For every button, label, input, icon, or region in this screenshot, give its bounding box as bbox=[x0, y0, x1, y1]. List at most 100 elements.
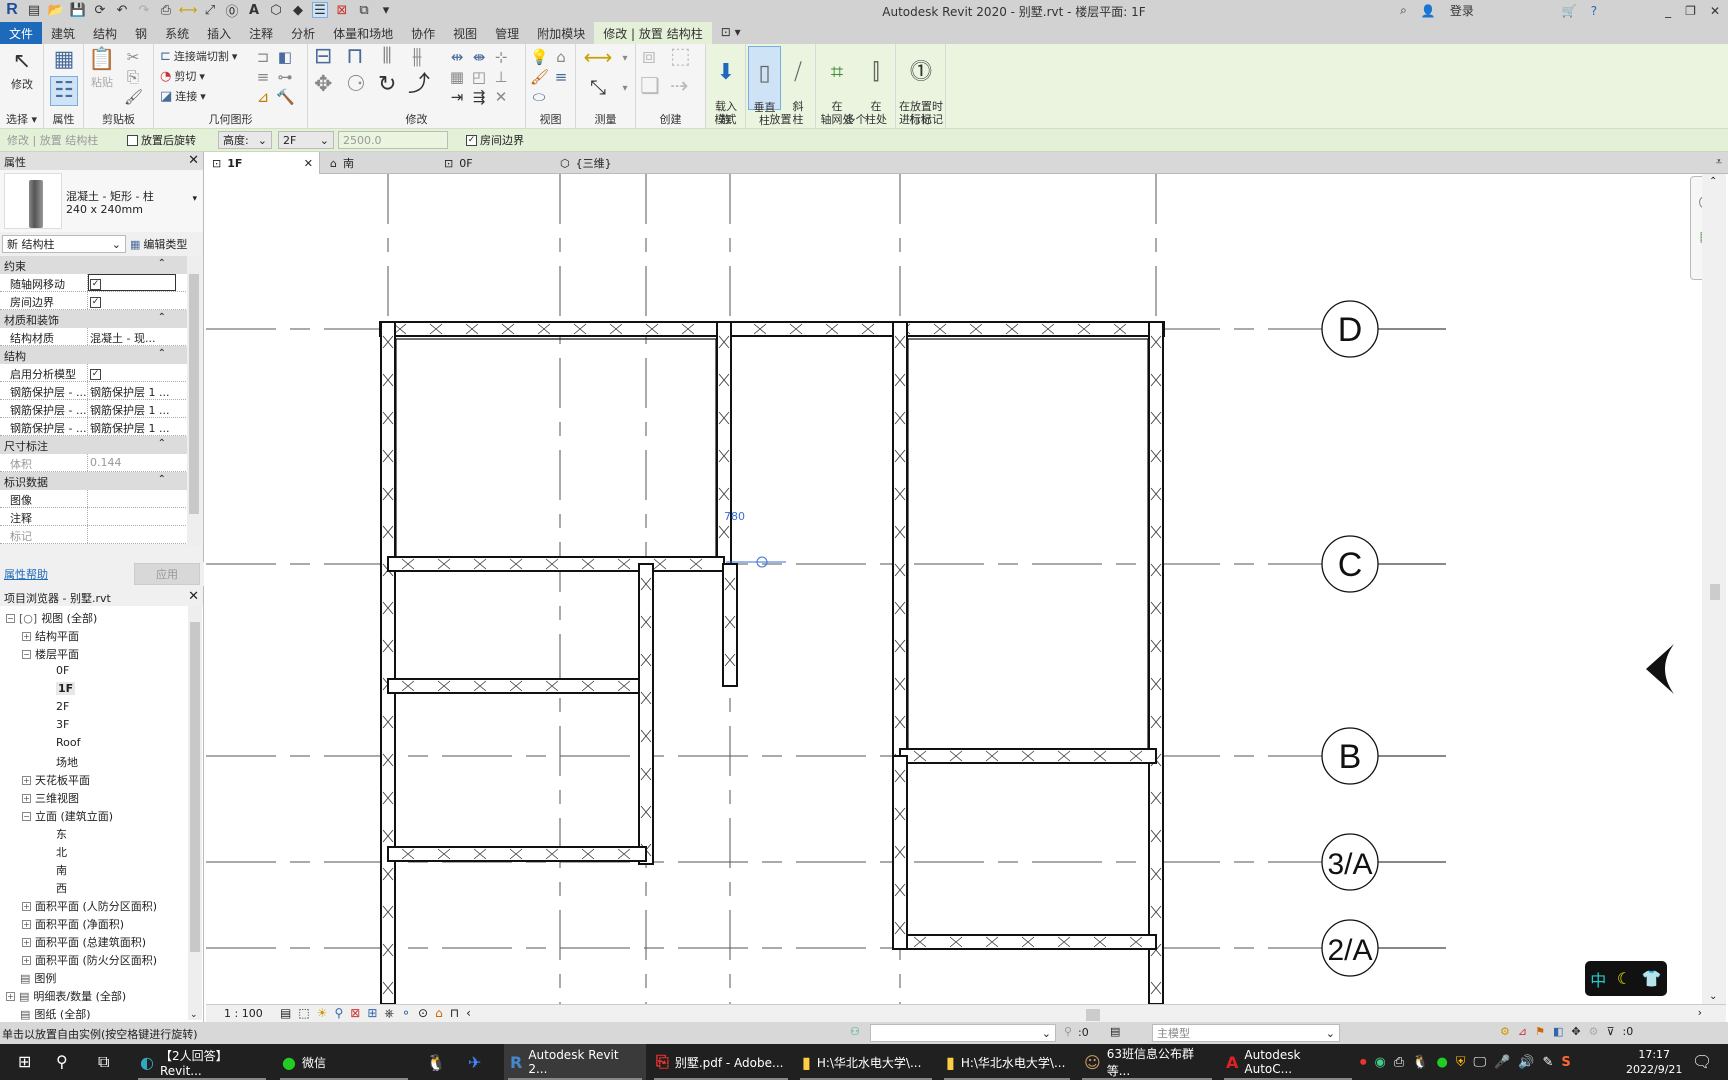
panel-label-select[interactable]: 选择 ▾ bbox=[0, 111, 43, 127]
property-category[interactable]: 标识数据 ⌃ bbox=[0, 472, 188, 490]
canvas-vertical-scrollbar[interactable]: ⌃ ⌄ bbox=[1702, 174, 1726, 1004]
browser-item[interactable]: 南 bbox=[56, 862, 67, 878]
visual-style-icon[interactable]: ⬚ bbox=[298, 1006, 309, 1021]
expand-icon[interactable]: + bbox=[6, 991, 15, 1001]
hide-element-icon[interactable]: ⌂ bbox=[552, 48, 570, 66]
collapse-icon[interactable]: ⌃ bbox=[158, 312, 166, 323]
collapse-icon[interactable]: − bbox=[22, 811, 31, 821]
edit-type-button[interactable]: ▦ 编辑类型 bbox=[130, 236, 187, 252]
reveal-hidden-icon[interactable]: ⊙ bbox=[418, 1006, 428, 1021]
scale-icon[interactable]: ◰ bbox=[470, 68, 488, 86]
select-links-icon[interactable]: ⚙ bbox=[1500, 1025, 1510, 1038]
microphone-icon[interactable]: 🎤 bbox=[1494, 1055, 1510, 1070]
cut-button[interactable]: ◔ 剪切 ▾ bbox=[160, 68, 205, 84]
mirror-draw-axis-icon[interactable]: ⫵ bbox=[408, 46, 426, 68]
split-gap-icon[interactable]: ⇼ bbox=[470, 48, 488, 66]
property-value[interactable] bbox=[88, 508, 176, 525]
browser-item[interactable]: 北 bbox=[56, 844, 67, 860]
vertical-column-button[interactable]: ▯ 垂直 柱 bbox=[748, 46, 781, 127]
collapse-icon[interactable]: − bbox=[6, 613, 15, 623]
close-icon[interactable]: ✕ bbox=[188, 589, 199, 604]
property-value[interactable]: ✓ bbox=[88, 364, 176, 381]
cut-profile-icon[interactable]: ⬭ bbox=[530, 88, 548, 106]
login-link[interactable]: 登录 bbox=[1450, 2, 1474, 19]
qq-tray-icon[interactable]: 🐧 bbox=[1412, 1055, 1428, 1070]
collapse-icon[interactable]: ⌃ bbox=[158, 348, 166, 359]
join-button[interactable]: ◪ 连接 ▾ bbox=[160, 88, 206, 104]
collapse-icon[interactable]: ‹ bbox=[466, 1006, 471, 1021]
ribbon-minimize-toggle[interactable]: ⊡ ▾ bbox=[712, 22, 750, 44]
property-checkbox[interactable]: ✓ bbox=[90, 369, 101, 380]
expand-icon[interactable]: + bbox=[22, 901, 31, 911]
match-type-icon[interactable]: 🖌 bbox=[124, 88, 143, 106]
close-button[interactable]: ✕ bbox=[1710, 4, 1720, 18]
pen-icon[interactable]: ✎ bbox=[1542, 1055, 1553, 1070]
property-checkbox[interactable]: ✓ bbox=[90, 279, 101, 290]
browser-item[interactable]: 3F bbox=[56, 718, 69, 731]
browser-scrollbar[interactable]: ⌄ bbox=[188, 606, 202, 1020]
tab-modify-place-column[interactable]: 修改 | 放置 结构柱 bbox=[594, 22, 712, 44]
type-properties-button[interactable]: ▦ bbox=[50, 46, 78, 74]
tab-view[interactable]: 视图 bbox=[444, 22, 486, 44]
scroll-up-icon[interactable]: ⌃ bbox=[1709, 176, 1717, 187]
expand-icon[interactable]: + bbox=[22, 793, 31, 803]
trim-multi-icon[interactable]: ⇶ bbox=[470, 88, 488, 106]
design-option-select[interactable]: 主模型 ⌄ bbox=[1152, 1024, 1340, 1042]
expand-icon[interactable]: + bbox=[22, 937, 31, 947]
horizontal-scroll-thumb[interactable] bbox=[1086, 1009, 1100, 1021]
taskbar-item[interactable]: ◐ 【2人回答】Revit... bbox=[134, 1044, 270, 1080]
volume-icon[interactable]: 🔊 bbox=[1518, 1055, 1534, 1070]
browser-item[interactable]: + 三维视图 bbox=[22, 790, 79, 806]
browser-item[interactable]: + 天花板平面 bbox=[22, 772, 90, 788]
wall-joins-icon[interactable]: ⊐ bbox=[254, 48, 272, 66]
taskbar-item[interactable]: ✈ bbox=[462, 1044, 498, 1080]
paste-button[interactable]: 📋 粘贴 bbox=[88, 46, 116, 90]
apply-button[interactable]: 应用 bbox=[134, 563, 200, 585]
instance-filter-select[interactable]: 新 结构柱 ⌄ bbox=[2, 235, 126, 253]
expand-icon[interactable]: + bbox=[22, 775, 31, 785]
beam-column-join-icon[interactable]: ⊿ bbox=[254, 88, 272, 106]
tab-structure[interactable]: 结构 bbox=[84, 22, 126, 44]
search-icon[interactable]: ⚲ bbox=[56, 1052, 68, 1071]
browser-item[interactable]: Roof bbox=[56, 736, 80, 749]
rotate-after-checkbox-box[interactable] bbox=[127, 134, 138, 146]
select-pinned-icon[interactable]: ⚑ bbox=[1535, 1025, 1545, 1038]
binoculars-icon[interactable]: ⌕ bbox=[1400, 3, 1407, 18]
create-parts-icon[interactable]: ⬚ bbox=[670, 46, 691, 68]
tab-massing-site[interactable]: 体量和场地 bbox=[324, 22, 402, 44]
mirror-pick-axis-icon[interactable]: ⫴ bbox=[378, 46, 396, 68]
create-similar-icon[interactable]: ⇢ bbox=[670, 76, 688, 98]
taskbar-item[interactable]: 🐧 bbox=[420, 1044, 456, 1080]
browser-item[interactable]: + 面积平面 (净面积) bbox=[22, 916, 124, 932]
browser-item[interactable]: + 结构平面 bbox=[22, 628, 79, 644]
tab-steel[interactable]: 钢 bbox=[126, 22, 156, 44]
trim-single-icon[interactable]: ⇥ bbox=[448, 88, 466, 106]
offset-icon[interactable]: ⊓ bbox=[346, 46, 364, 68]
browser-item[interactable]: + ▤ 明细表/数量 (全部) bbox=[6, 988, 126, 1004]
expand-icon[interactable]: + bbox=[22, 631, 31, 641]
drawing-canvas[interactable]: D C B 3/A 2/A 780 bbox=[206, 174, 1702, 1004]
collapse-icon[interactable]: ⌃ bbox=[158, 474, 166, 485]
scroll-down-icon[interactable]: ⌄ bbox=[190, 1010, 198, 1020]
properties-button[interactable]: ☷ bbox=[50, 76, 78, 106]
browser-item[interactable]: 2F bbox=[56, 700, 69, 713]
expand-icon[interactable]: + bbox=[22, 919, 31, 929]
tab-architecture[interactable]: 建筑 bbox=[42, 22, 84, 44]
task-view-icon[interactable]: ⧉ bbox=[98, 1052, 109, 1072]
view-tab-3d[interactable]: ⬡ {三维} bbox=[552, 152, 662, 174]
taskbar-item[interactable]: A Autodesk AutoC... bbox=[1220, 1044, 1356, 1080]
offset-input[interactable]: 2500.0 bbox=[338, 131, 448, 149]
minimize-button[interactable]: _ bbox=[1665, 4, 1671, 18]
browser-item[interactable]: 场地 bbox=[56, 754, 78, 770]
view-tab-0f[interactable]: ⊡ 0F bbox=[436, 152, 546, 174]
sun-path-icon[interactable]: ☀ bbox=[317, 1006, 328, 1021]
cut-join-button[interactable]: ⊏ 连接端切割 ▾ bbox=[160, 48, 237, 64]
browser-item[interactable]: + 面积平面 (防火分区面积) bbox=[22, 952, 157, 968]
split-face-icon[interactable]: ◧ bbox=[276, 48, 294, 66]
property-value[interactable]: 0.144 bbox=[88, 454, 176, 471]
select-by-face-icon[interactable]: ◧ bbox=[1553, 1025, 1563, 1038]
tab-analyze[interactable]: 分析 bbox=[282, 22, 324, 44]
split-element-icon[interactable]: ⇹ bbox=[448, 48, 466, 66]
view-tab-1f[interactable]: ⊡ 1F ✕ bbox=[204, 152, 320, 174]
collapse-icon[interactable]: − bbox=[22, 649, 31, 659]
